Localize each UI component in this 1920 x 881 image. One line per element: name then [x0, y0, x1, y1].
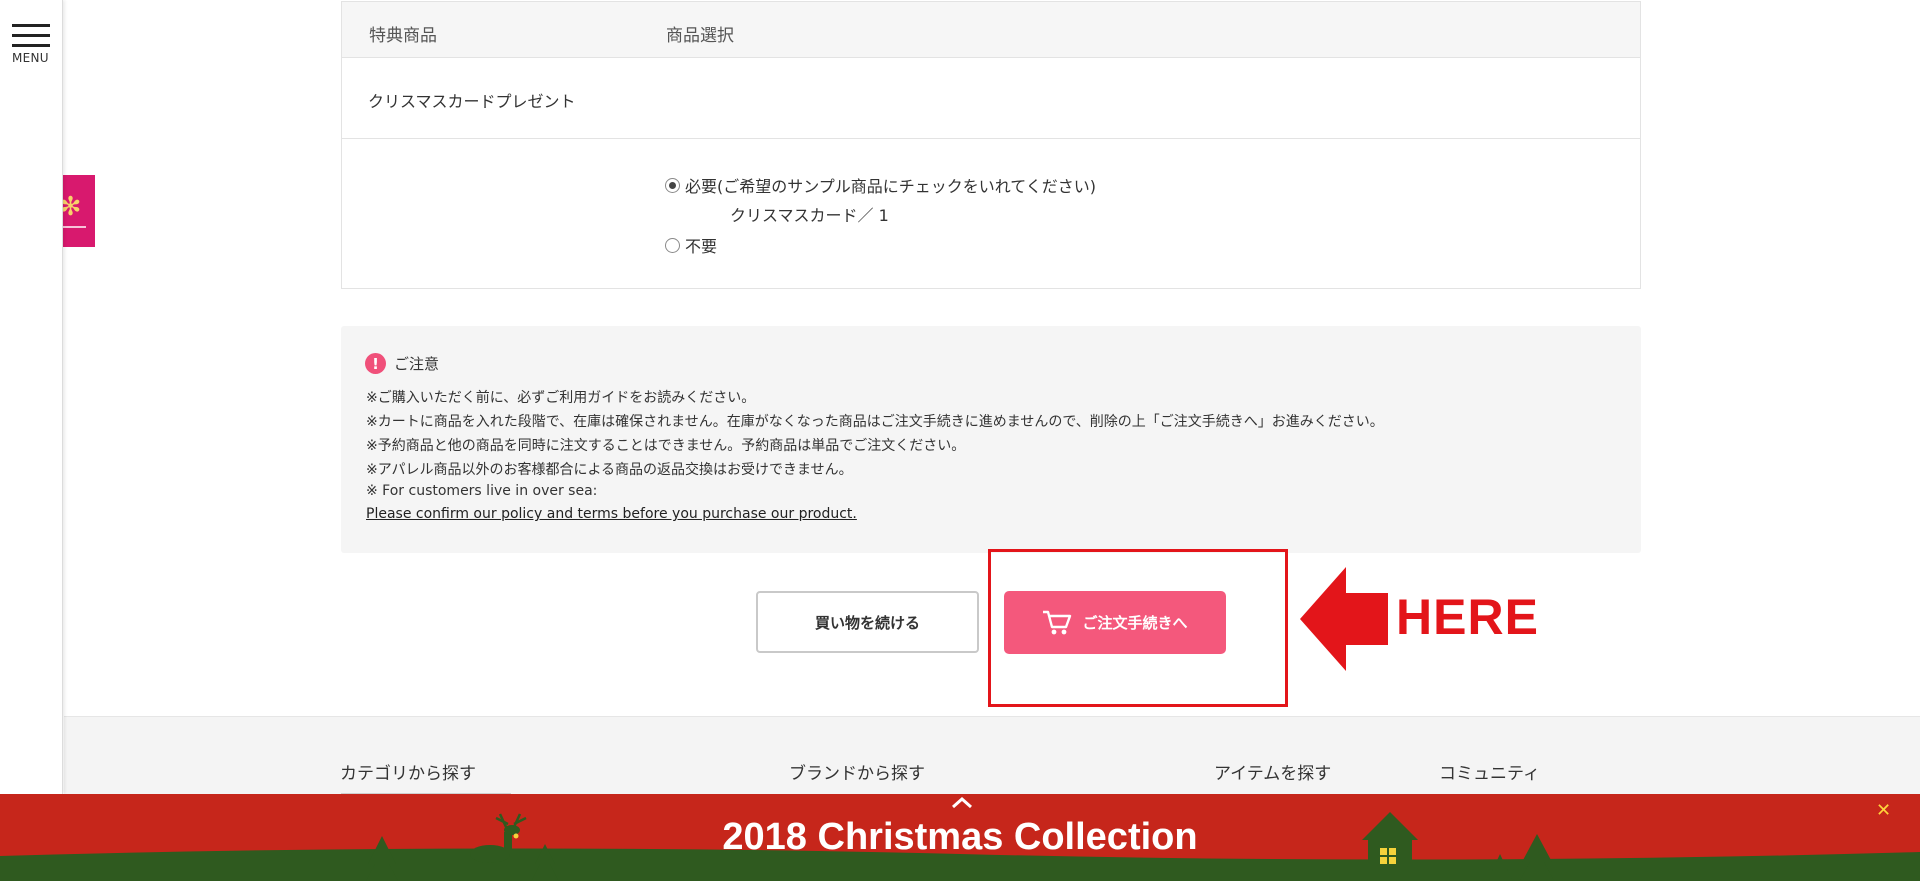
policy-terms-link[interactable]: Please confirm our policy and terms befo…	[366, 506, 857, 522]
bonus-product-table: 特典商品 商品選択 クリスマスカードプレゼント	[341, 1, 1641, 289]
radio-unselected-icon[interactable]	[665, 237, 680, 253]
option-not-required-label: 不要	[685, 237, 718, 256]
option-required-label: 必要(ご希望のサンプル商品にチェックをいれてください)	[685, 177, 1097, 196]
footer-heading-category[interactable]: カテゴリから探す	[340, 759, 476, 784]
notice-line: ※アパレル商品以外のお客様都合による商品の返品交換はお受けできません。	[366, 462, 853, 478]
notice-box: ! ご注意 ※ご購入いただく前に、必ずご利用ガイドをお読みください。 ※カートに…	[341, 326, 1641, 553]
continue-shopping-button[interactable]: 買い物を続ける	[756, 591, 979, 653]
warning-icon: !	[365, 353, 386, 374]
notice-header: ! ご注意	[365, 353, 439, 374]
notice-line: ※ For customers live in over sea:	[366, 483, 598, 499]
footer-heading-item[interactable]: アイテムを探す	[1214, 759, 1331, 784]
banner-title[interactable]: 2018 Christmas Collection	[0, 816, 1920, 859]
chevron-up-icon[interactable]	[950, 796, 974, 810]
notice-title: ご注意	[394, 355, 440, 373]
column-header-selection: 商品選択	[666, 26, 734, 46]
menu-icon[interactable]	[12, 24, 50, 54]
checkout-button-label: ご注文手続きへ	[1082, 614, 1188, 632]
side-menu-rail: MENU	[0, 0, 63, 794]
here-annotation-label: HERE	[1396, 589, 1539, 645]
footer-heading-brand[interactable]: ブランドから探す	[789, 759, 925, 784]
option-required-detail: クリスマスカード／ 1	[730, 206, 889, 225]
notice-line: ※予約商品と他の商品を同時に注文することはできません。予約商品は単品でご注文くだ…	[366, 438, 966, 454]
column-header-bonus-item: 特典商品	[369, 26, 437, 46]
checkout-button[interactable]: ご注文手続きへ	[1004, 591, 1226, 654]
radio-selected-icon[interactable]	[665, 177, 680, 193]
option-required-radio[interactable]: 必要(ご希望のサンプル商品にチェックをいれてください)	[665, 173, 1096, 197]
notice-line: ※カートに商品を入れた段階で、在庫は確保されません。在庫がなくなった商品はご注文…	[366, 414, 1384, 430]
footer-heading-community[interactable]: コミュニティ	[1439, 759, 1540, 784]
red-arrow-icon	[1300, 567, 1388, 671]
option-not-required-radio[interactable]: 不要	[665, 233, 717, 257]
cart-icon	[1043, 610, 1072, 634]
close-icon[interactable]: ✕	[1876, 800, 1891, 821]
table-header: 特典商品 商品選択	[342, 2, 1640, 58]
menu-label[interactable]: MENU	[12, 51, 49, 65]
bonus-item-title: クリスマスカードプレゼント	[368, 92, 576, 111]
table-row: クリスマスカードプレゼント	[342, 58, 1640, 139]
notice-line: ※ご購入いただく前に、必ずご利用ガイドをお読みください。	[366, 390, 756, 406]
